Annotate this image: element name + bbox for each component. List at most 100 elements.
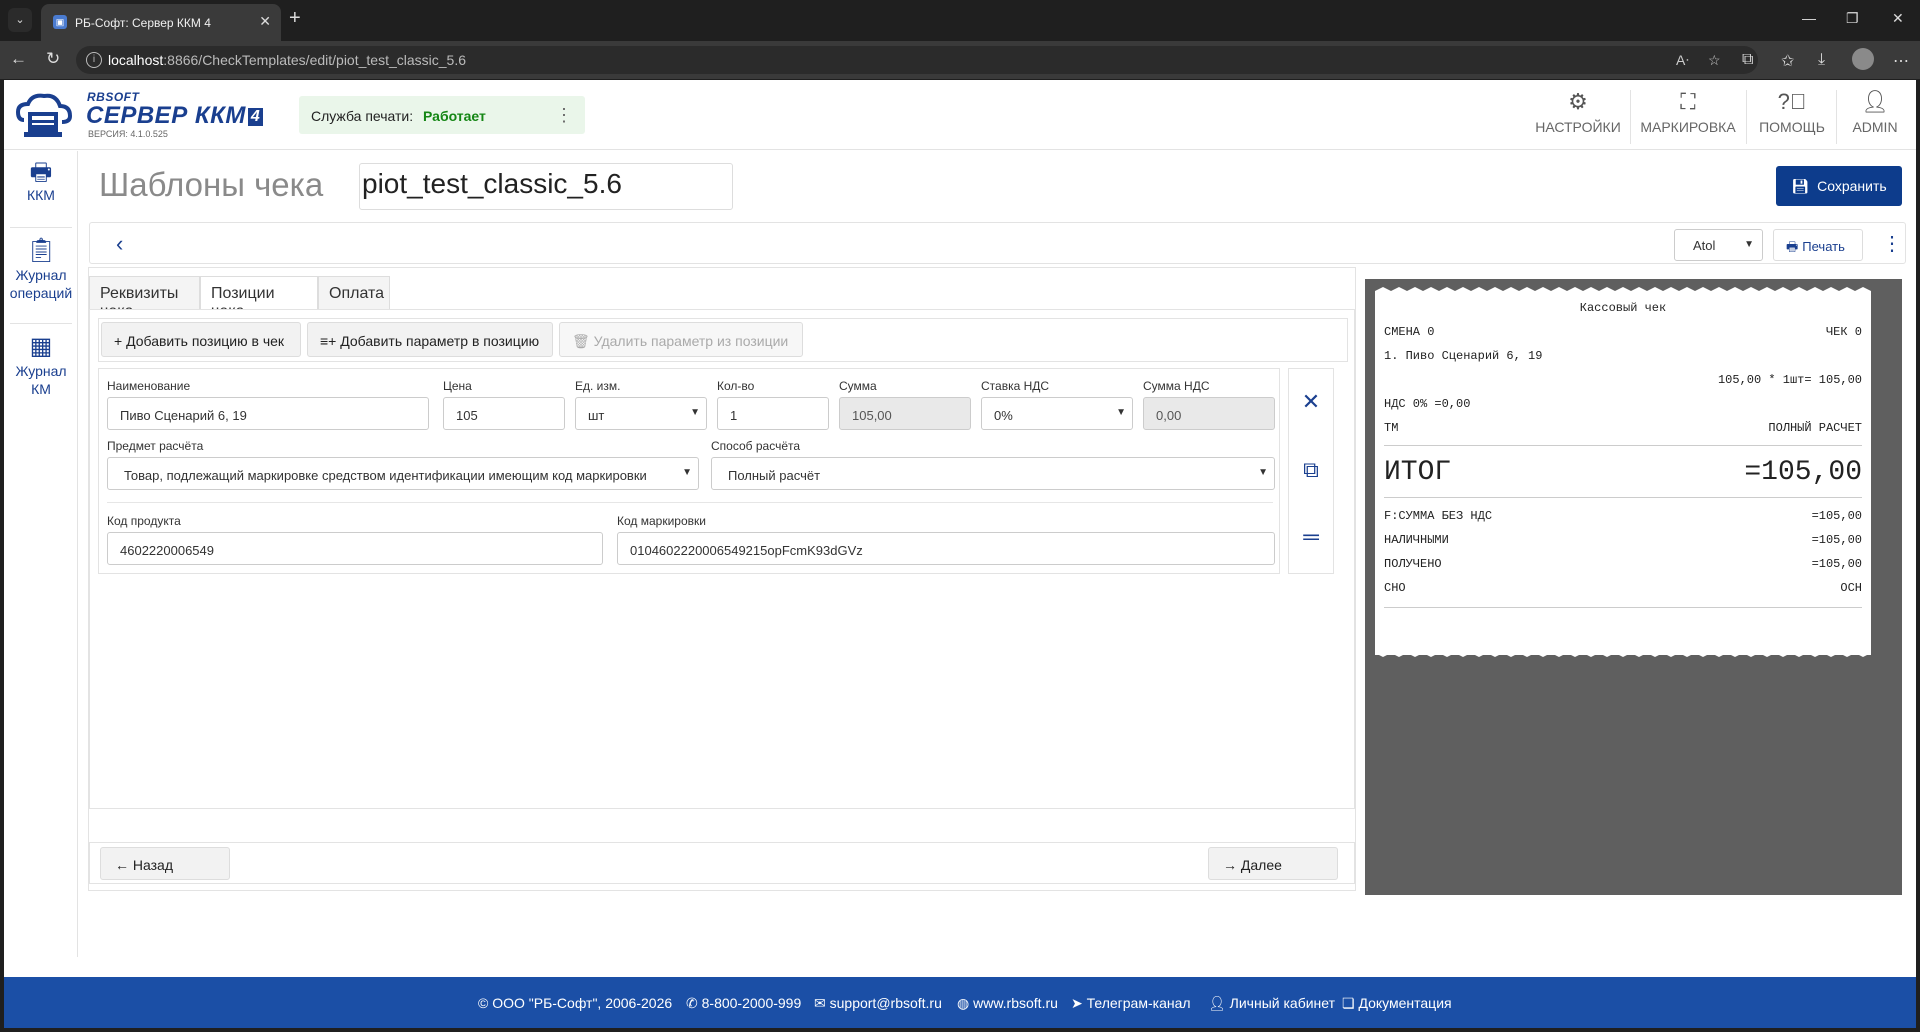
add-position-button[interactable]: + Добавить позицию в чек — [101, 322, 301, 357]
copy-icon[interactable]: ⧉ — [1289, 457, 1333, 483]
qty-input[interactable]: 1 — [717, 397, 829, 430]
footer-docs[interactable]: ❏ Документация — [1342, 995, 1452, 1012]
template-name-input[interactable]: piot_test_classic_5.6 — [359, 163, 733, 210]
mark-code-input[interactable]: 0104602220006549215opFcmK93dGVz — [617, 532, 1275, 565]
print-button[interactable]: 🖶︎ Печать — [1773, 229, 1863, 261]
receipt-row: НАЛИЧНЫМИ =105,00 — [1384, 533, 1862, 549]
arrow-right-icon: → — [1223, 857, 1241, 873]
vat-rate-value: 0% — [994, 408, 1013, 423]
footer-site[interactable]: ◍ www.rbsoft.ru — [957, 995, 1058, 1012]
receipt-edge — [1375, 649, 1871, 657]
footer-telegram[interactable]: ➤ Телеграм-канал — [1071, 995, 1191, 1012]
trash-icon: 🗑︎ — [572, 333, 594, 349]
restore-icon[interactable]: ❐ — [1846, 10, 1859, 27]
sidebar-item-km-log[interactable]: ▦ Журнал КМ — [4, 333, 78, 403]
window-close-icon[interactable]: ✕ — [1892, 10, 1904, 27]
name-input[interactable]: Пиво Сценарий 6, 19 — [107, 397, 429, 430]
footer-docs-text: Документация — [1358, 995, 1452, 1011]
favorites-icon[interactable]: ✩ — [1781, 51, 1794, 71]
divider — [1630, 90, 1631, 144]
footer-email[interactable]: ✉ support@rbsoft.ru — [814, 995, 942, 1012]
site-info-icon[interactable]: i — [86, 52, 102, 68]
minimize-icon[interactable]: — — [1802, 10, 1816, 26]
receipt-row: СНО ОСН — [1384, 581, 1862, 597]
method-label: Способ расчёта — [711, 439, 801, 453]
chevron-left-icon[interactable]: ‹ — [116, 231, 123, 257]
nav-marking[interactable]: ⛶ МАРКИРОВКА — [1636, 89, 1740, 145]
method-select[interactable]: Полный расчёт ▼ — [711, 457, 1275, 490]
drag-handle-icon[interactable]: ═ — [1289, 524, 1333, 550]
unit-select-value: шт — [588, 408, 605, 423]
footer-cabinet-text: Личный кабинет — [1229, 995, 1335, 1011]
browser-tab[interactable]: ▣ РБ-Софт: Сервер ККМ 4 ✕ — [41, 4, 281, 41]
price-input[interactable]: 105 — [443, 397, 565, 430]
positions-actions: + Добавить позицию в чек ≡+ Добавить пар… — [98, 318, 1348, 362]
sidebar-item-operations-log[interactable]: 📋︎ Журнал операций — [4, 237, 78, 307]
sidebar-item-label: ККМ — [27, 187, 55, 203]
editor-toolbar: ‹ Atol ▼ 🖶︎ Печать ⋮ — [89, 222, 1906, 264]
nav-admin[interactable]: 👤︎ ADMIN — [1842, 89, 1908, 145]
product-code-input[interactable]: 4602220006549 — [107, 532, 603, 565]
nav-help[interactable]: ?⃝ ПОМОЩЬ — [1752, 89, 1832, 145]
close-icon[interactable]: ✕ — [1289, 389, 1333, 415]
read-aloud-icon[interactable]: Aᐧ — [1676, 52, 1689, 69]
close-tab-icon[interactable]: ✕ — [259, 13, 271, 30]
printer-select[interactable]: Atol ▼ — [1674, 229, 1763, 261]
browser-window: ⌄ ▣ РБ-Софт: Сервер ККМ 4 ✕ + — ❐ ✕ ← ↻ … — [0, 0, 1920, 1032]
receipt-vat: НДС 0% =0,00 — [1384, 397, 1471, 411]
tab-requisites[interactable]: Реквизиты чека — [89, 276, 200, 320]
tab-title: РБ-Софт: Сервер ККМ 4 — [75, 16, 211, 30]
reload-icon[interactable]: ↻ — [46, 49, 60, 69]
divider — [1746, 90, 1747, 144]
remove-param-button[interactable]: 🗑︎ Удалить параметр из позиции — [559, 322, 803, 357]
extensions-icon[interactable]: ⧉ — [1742, 51, 1753, 69]
receipt-row-label: ПОЛУЧЕНО — [1384, 557, 1442, 571]
url-text: localhost:8866/CheckTemplates/edit/piot_… — [108, 52, 466, 68]
tab-payment[interactable]: Оплата — [318, 276, 390, 309]
nav-settings[interactable]: ⚙ НАСТРОЙКИ — [1532, 89, 1624, 145]
chevron-down-icon: ▼ — [1744, 239, 1754, 250]
remove-param-label: Удалить параметр из позиции — [593, 333, 789, 349]
profile-avatar[interactable] — [1852, 48, 1874, 70]
receipt-paper: Кассовый чек СМЕНА 0 ЧЕК 0 1. Пиво Сценар… — [1375, 287, 1871, 657]
receipt-total-value: =105,00 — [1744, 457, 1862, 488]
favorite-star-icon[interactable]: ☆ — [1708, 52, 1721, 69]
more-menu-icon[interactable]: ⋯ — [1893, 51, 1909, 71]
sidebar-item-kkm[interactable]: 🖶︎ ККМ — [4, 159, 78, 217]
tab-strip: ⌄ ▣ РБ-Софт: Сервер ККМ 4 ✕ + — ❐ ✕ — [0, 0, 1920, 41]
tab-positions[interactable]: Позиции чека — [200, 276, 318, 320]
vat-rate-label: Ставка НДС — [981, 379, 1050, 393]
receipt-title: Кассовый чек — [1579, 301, 1667, 315]
back-button[interactable]: ← Назад — [100, 847, 230, 880]
more-options-icon[interactable]: ⋮ — [1882, 231, 1902, 256]
position-card: Наименование Пиво Сценарий 6, 19 Цена 10… — [98, 368, 1280, 574]
add-param-button[interactable]: ≡+ Добавить параметр в позицию — [307, 322, 553, 357]
brand-version-badge: 4 — [247, 107, 264, 126]
nav-help-label: ПОМОЩЬ — [1759, 119, 1825, 135]
mark-code-label: Код маркировки — [617, 514, 706, 528]
receipt-row: СМЕНА 0 ЧЕК 0 — [1384, 325, 1862, 341]
receipt-tm: ТМ — [1384, 421, 1399, 435]
next-button[interactable]: → Далее — [1208, 847, 1338, 880]
downloads-icon[interactable]: ⤓ — [1818, 51, 1825, 69]
service-status-value: Работает — [423, 108, 486, 124]
footer-phone[interactable]: ✆ 8-800-2000-999 — [686, 995, 801, 1012]
new-tab-button[interactable]: + — [289, 8, 301, 28]
method-value: Полный расчёт — [728, 468, 821, 483]
position-tools: ✕ ⧉ ═ — [1288, 368, 1334, 574]
tab-list-button[interactable]: ⌄ — [8, 8, 32, 32]
service-label: Служба печати: — [311, 108, 414, 124]
service-menu-icon[interactable]: ⋮ — [555, 105, 573, 126]
receipt-row: 105,00 * 1шт= 105,00 — [1384, 373, 1862, 389]
printer-select-value: Atol — [1693, 238, 1716, 253]
url-field[interactable]: i localhost:8866/CheckTemplates/edit/pio… — [76, 46, 1758, 74]
unit-select[interactable]: шт ▼ — [575, 397, 707, 430]
subject-select[interactable]: Товар, подлежащий маркировке средством и… — [107, 457, 699, 490]
save-button[interactable]: 💾︎ Сохранить — [1776, 166, 1902, 206]
vat-rate-select[interactable]: 0% ▼ — [981, 397, 1133, 430]
receipt-row-label: СНО — [1384, 581, 1406, 595]
receipt-row: НДС 0% =0,00 — [1384, 397, 1862, 413]
footer-cabinet[interactable]: 👤︎ Личный кабинет — [1208, 995, 1335, 1012]
back-icon[interactable]: ← — [10, 49, 27, 69]
sum-field: 105,00 — [839, 397, 971, 430]
